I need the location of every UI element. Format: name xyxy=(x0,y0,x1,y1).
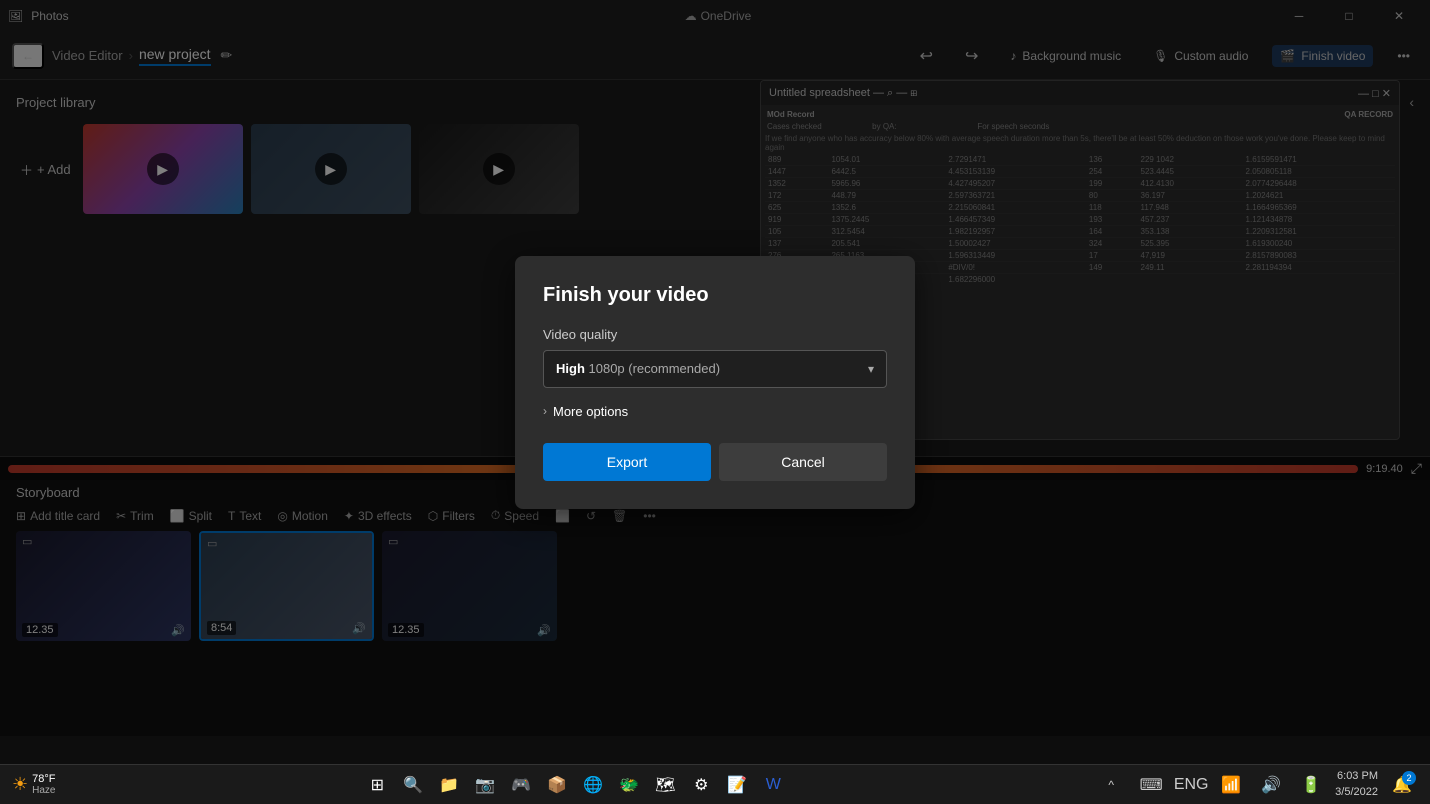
store-button[interactable]: 📦 xyxy=(541,769,573,801)
camera-button[interactable]: 📷 xyxy=(469,769,501,801)
quality-select-value: High 1080p (recommended) xyxy=(556,361,720,376)
xbox-button[interactable]: 🎮 xyxy=(505,769,537,801)
more-options-label: More options xyxy=(553,404,628,419)
quality-chevron-icon: ▾ xyxy=(868,362,874,376)
taskbar-right: ^ ⌨ ENG 📶 🔊 🔋 6:03 PM 3/5/2022 🔔 2 xyxy=(1095,769,1418,801)
weather-widget[interactable]: ☀ 78°F Haze xyxy=(12,773,56,796)
volume-icon[interactable]: 🔊 xyxy=(1255,769,1287,801)
notification-badge: 2 xyxy=(1402,771,1416,785)
finish-video-modal: Finish your video Video quality High 108… xyxy=(515,256,915,509)
modal-title: Finish your video xyxy=(543,284,887,307)
search-button[interactable]: 🔍 xyxy=(397,769,429,801)
taskbar-center: ⊞ 🔍 📁 📷 🎮 📦 🌐 🐲 🗺 ⚙ 📝 W xyxy=(361,769,789,801)
notepad-button[interactable]: 📝 xyxy=(721,769,753,801)
battery-icon[interactable]: 🔋 xyxy=(1295,769,1327,801)
quality-label: Video quality xyxy=(543,327,887,342)
modal-overlay: Finish your video Video quality High 108… xyxy=(0,0,1430,764)
file-explorer-button[interactable]: 📁 xyxy=(433,769,465,801)
weather-icon: ☀ xyxy=(12,774,28,795)
modal-buttons: Export Cancel xyxy=(543,443,887,481)
maps-button[interactable]: 🗺 xyxy=(649,769,681,801)
notification-button[interactable]: 🔔 2 xyxy=(1386,769,1418,801)
taskbar: ☀ 78°F Haze ⊞ 🔍 📁 📷 🎮 📦 🌐 🐲 🗺 ⚙ 📝 W ^ ⌨ … xyxy=(0,764,1430,804)
wifi-icon[interactable]: 📶 xyxy=(1215,769,1247,801)
keyboard-icon[interactable]: ⌨ xyxy=(1135,769,1167,801)
quality-select[interactable]: High 1080p (recommended) ▾ xyxy=(543,350,887,388)
taskbar-left: ☀ 78°F Haze xyxy=(12,773,56,796)
edge-button[interactable]: 🌐 xyxy=(577,769,609,801)
more-options-button[interactable]: › More options xyxy=(543,404,887,419)
settings-button[interactable]: ⚙ xyxy=(685,769,717,801)
language-indicator[interactable]: ENG xyxy=(1175,769,1207,801)
more-options-chevron-icon: › xyxy=(543,404,547,418)
start-button[interactable]: ⊞ xyxy=(361,769,393,801)
weather-temp: 78°F xyxy=(32,773,55,785)
current-time: 6:03 PM xyxy=(1335,769,1378,784)
current-date: 3/5/2022 xyxy=(1335,785,1378,800)
word-button[interactable]: W xyxy=(757,769,789,801)
discord-button[interactable]: 🐲 xyxy=(613,769,645,801)
chevron-up-icon[interactable]: ^ xyxy=(1095,769,1127,801)
cancel-button[interactable]: Cancel xyxy=(719,443,887,481)
weather-condition: Haze xyxy=(32,785,55,796)
time-display[interactable]: 6:03 PM 3/5/2022 xyxy=(1335,769,1378,800)
export-button[interactable]: Export xyxy=(543,443,711,481)
